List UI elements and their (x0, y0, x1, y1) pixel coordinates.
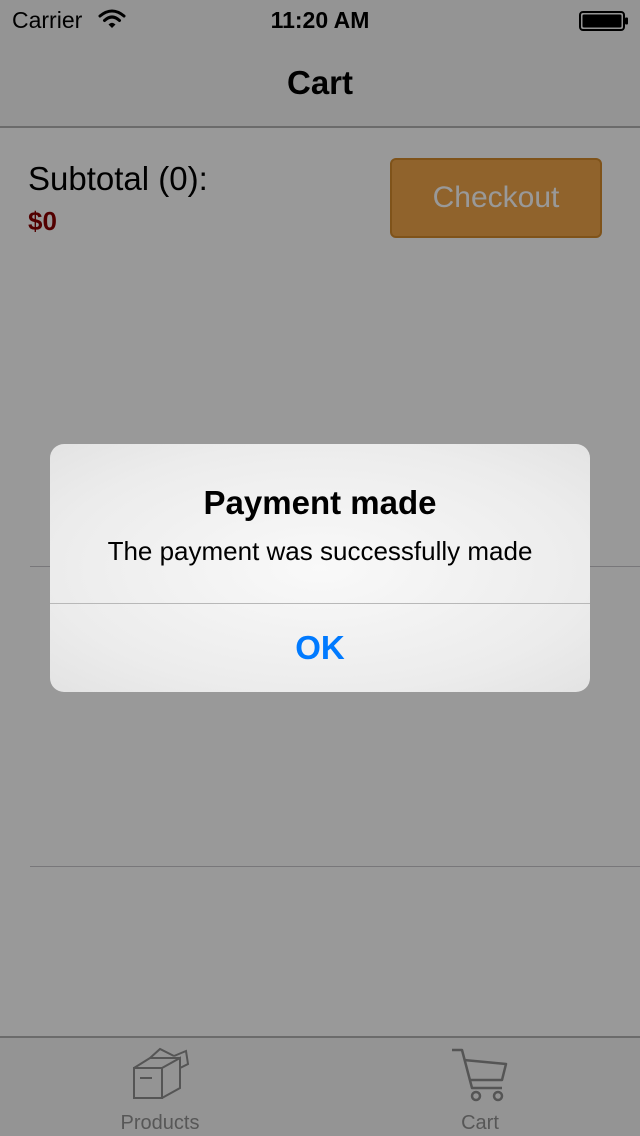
ok-button[interactable]: OK (50, 604, 590, 692)
payment-alert-dialog: Payment made The payment was successfull… (50, 444, 590, 692)
alert-message: The payment was successfully made (107, 536, 533, 566)
alert-title: Payment made (203, 484, 437, 521)
